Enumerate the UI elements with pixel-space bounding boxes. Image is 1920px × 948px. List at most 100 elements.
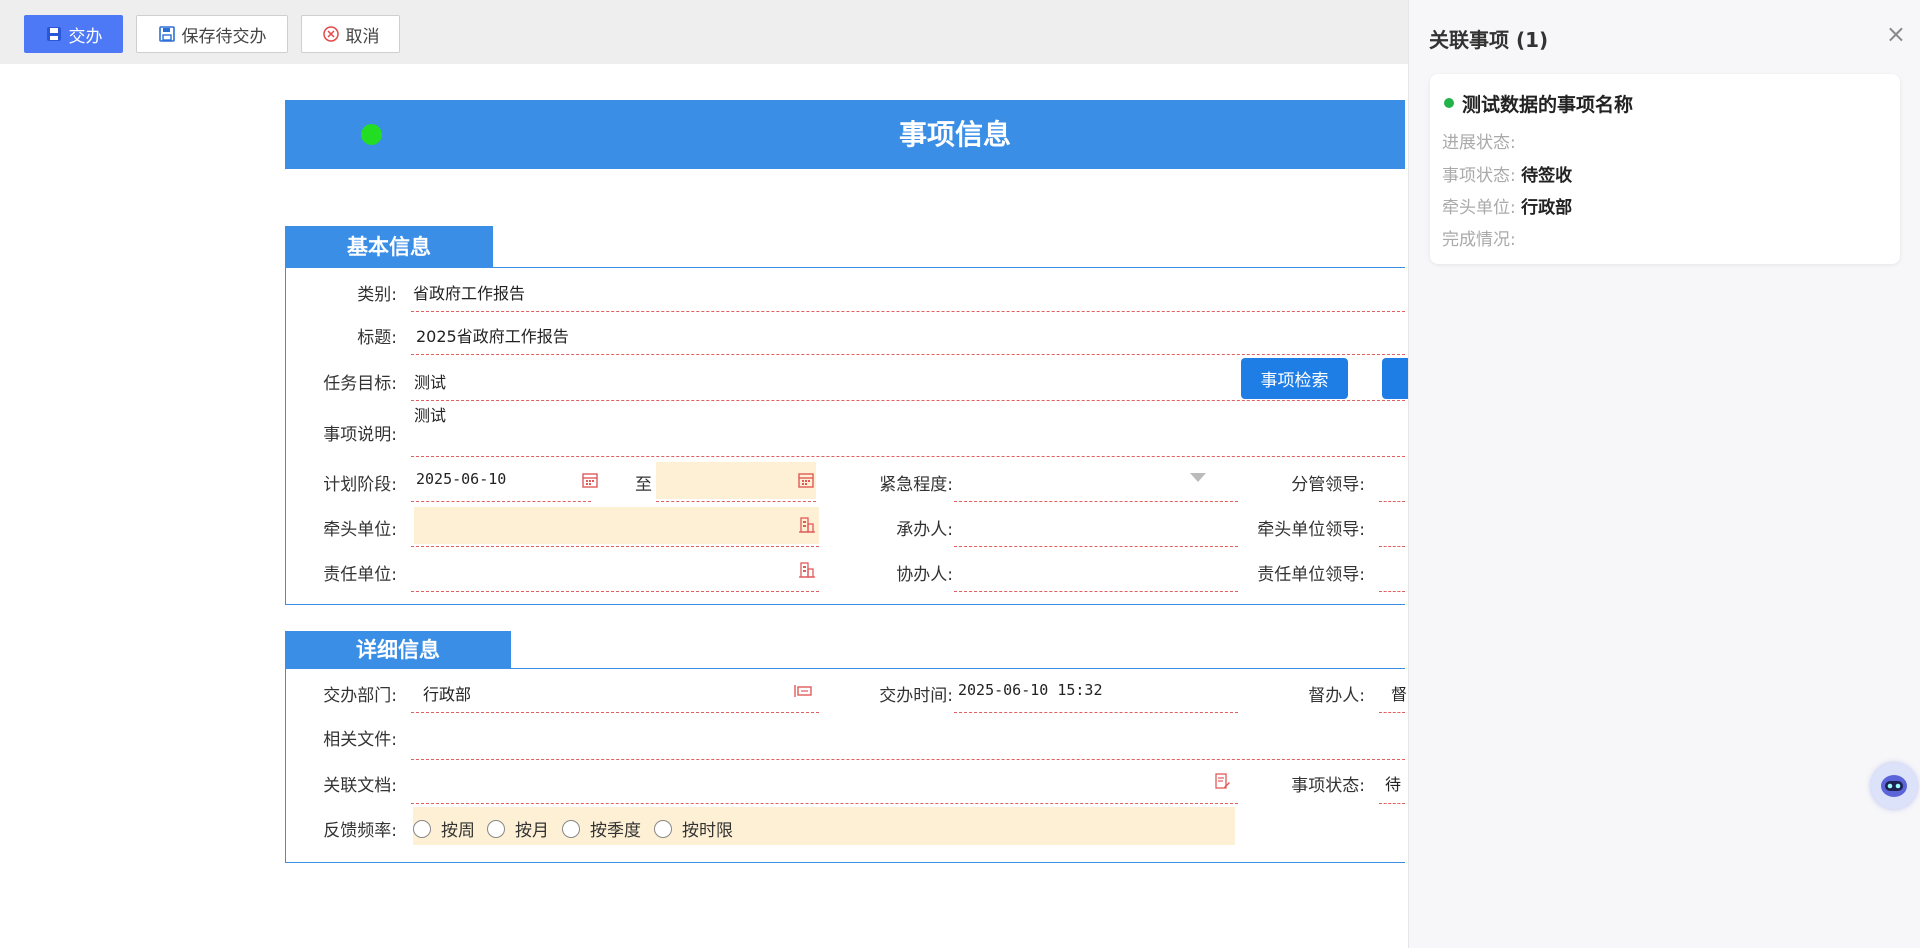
supervisor-label: 督办人: <box>1308 686 1365 706</box>
freq-option-label: 按时限 <box>682 821 733 841</box>
desc-field[interactable]: 测试 <box>414 402 446 426</box>
freq-option-monthly[interactable]: 按月 <box>487 816 549 841</box>
title-field[interactable]: 2025省政府工作报告 <box>416 323 569 347</box>
status-underline <box>1379 803 1405 804</box>
related-item-title[interactable]: 测试数据的事项名称 <box>1462 90 1633 117</box>
title-label: 标题: <box>357 328 397 348</box>
close-icon[interactable]: × <box>1886 22 1906 46</box>
supervisor-underline <box>1379 712 1405 713</box>
time-underline <box>954 712 1238 713</box>
section-tab-detail: 详细信息 <box>285 631 511 669</box>
lead-unit-underline <box>411 546 819 547</box>
radio-circle <box>654 819 672 838</box>
save-pending-button[interactable]: 保存待交办 <box>136 15 288 53</box>
submit-icon <box>46 27 61 41</box>
submit-label: 交办 <box>68 26 103 47</box>
freq-option-weekly[interactable]: 按周 <box>413 816 475 841</box>
save-pending-label: 保存待交办 <box>181 26 267 47</box>
leader-label: 分管领导: <box>1291 475 1365 495</box>
status-field[interactable]: 待 <box>1385 771 1401 795</box>
handler-label: 承办人: <box>896 520 953 540</box>
building-icon[interactable] <box>798 561 816 579</box>
calendar-icon[interactable] <box>581 471 599 489</box>
save-icon <box>158 26 175 42</box>
department-picker-icon[interactable] <box>793 682 813 700</box>
plan-label: 计划阶段: <box>323 475 397 495</box>
lead-row-value: 行政部 <box>1521 198 1573 218</box>
files-label: 相关文件: <box>323 730 397 750</box>
goal-field[interactable]: 测试 <box>414 369 446 393</box>
progress-row: 进展状态: <box>1442 128 1516 153</box>
search-item-button[interactable]: 事项检索 <box>1241 358 1348 399</box>
resp-unit-label: 责任单位: <box>323 565 397 585</box>
plan-start-field[interactable]: 2025-06-10 <box>416 470 506 488</box>
docs-underline <box>411 803 1238 804</box>
desc-underline <box>411 456 1405 457</box>
category-value[interactable]: 省政府工作报告 <box>413 280 525 304</box>
desc-label: 事项说明: <box>323 425 397 445</box>
page-title: 事项信息 <box>898 118 1011 151</box>
category-label: 类别: <box>357 285 397 305</box>
lead-unit-leader-label: 牵头单位领导: <box>1257 520 1365 540</box>
building-icon[interactable] <box>798 516 816 534</box>
resp-unit-leader-underline <box>1379 591 1405 592</box>
plan-end-field[interactable] <box>656 462 816 499</box>
freq-option-label: 按周 <box>441 821 475 841</box>
freq-option-label: 按季度 <box>590 821 641 841</box>
status-row-label: 事项状态: <box>1442 166 1516 186</box>
dept-field[interactable]: 行政部 <box>423 681 471 705</box>
status-row: 事项状态: 待签收 <box>1442 161 1572 186</box>
plan-start-underline <box>411 501 591 502</box>
panel-title: 关联事项 (1) <box>1429 28 1549 52</box>
time-label: 交办时间: <box>879 686 953 706</box>
cancel-button[interactable]: 取消 <box>301 15 400 53</box>
lead-unit-leader-underline <box>1379 546 1405 547</box>
freq-label: 反馈频率: <box>323 821 397 841</box>
resp-unit-leader-label: 责任单位领导: <box>1257 565 1365 585</box>
radio-circle <box>487 819 505 838</box>
dept-underline <box>411 712 819 713</box>
section-tab-basic: 基本信息 <box>285 226 493 268</box>
handler-underline[interactable] <box>954 546 1238 547</box>
goal-underline <box>411 400 1405 401</box>
chevron-down-icon <box>1190 473 1206 482</box>
freq-option-quarterly[interactable]: 按季度 <box>562 816 641 841</box>
plan-end-underline <box>656 501 816 502</box>
robot-icon <box>1881 775 1907 797</box>
status-dot <box>1444 98 1454 108</box>
goal-label: 任务目标: <box>323 374 397 394</box>
progress-label: 进展状态: <box>1442 133 1516 153</box>
related-items-panel: 关联事项 (1) × 测试数据的事项名称 进展状态: 事项状态: 待签收 牵头单… <box>1408 0 1920 948</box>
status-label: 事项状态: <box>1291 776 1365 796</box>
urgency-label: 紧急程度: <box>879 475 953 495</box>
docs-label: 关联文档: <box>323 776 397 796</box>
assistant-label: 协办人: <box>896 565 953 585</box>
title-underline <box>411 354 1405 355</box>
urgency-select[interactable] <box>955 462 1225 499</box>
lead-unit-field[interactable] <box>414 507 819 544</box>
lead-unit-label: 牵头单位: <box>323 520 397 540</box>
submit-button[interactable]: 交办 <box>24 15 123 53</box>
cancel-icon <box>322 26 339 42</box>
related-item-card[interactable]: 测试数据的事项名称 进展状态: 事项状态: 待签收 牵头单位: 行政部 完成情况… <box>1430 74 1900 264</box>
category-underline <box>411 311 1405 312</box>
calendar-icon[interactable] <box>797 471 815 489</box>
assistant-underline[interactable] <box>954 591 1238 592</box>
time-field[interactable]: 2025-06-10 15:32 <box>958 681 1103 699</box>
supervisor-field[interactable]: 督 <box>1391 681 1407 705</box>
lead-row: 牵头单位: 行政部 <box>1442 193 1572 218</box>
radio-circle <box>562 819 580 838</box>
section-basic-box <box>285 267 1405 605</box>
lead-row-label: 牵头单位: <box>1442 198 1516 218</box>
files-underline[interactable] <box>411 759 1405 760</box>
plan-to-label: 至 <box>635 475 652 495</box>
done-row: 完成情况: <box>1442 225 1516 250</box>
radio-circle <box>413 819 431 838</box>
title-bar: 事项信息 <box>285 100 1405 169</box>
resp-unit-underline[interactable] <box>411 591 819 592</box>
assistant-robot-button[interactable] <box>1871 763 1917 809</box>
leader-underline <box>1379 501 1405 502</box>
freq-option-label: 按月 <box>515 821 549 841</box>
dept-label: 交办部门: <box>323 686 397 706</box>
freq-option-deadline[interactable]: 按时限 <box>654 816 733 841</box>
